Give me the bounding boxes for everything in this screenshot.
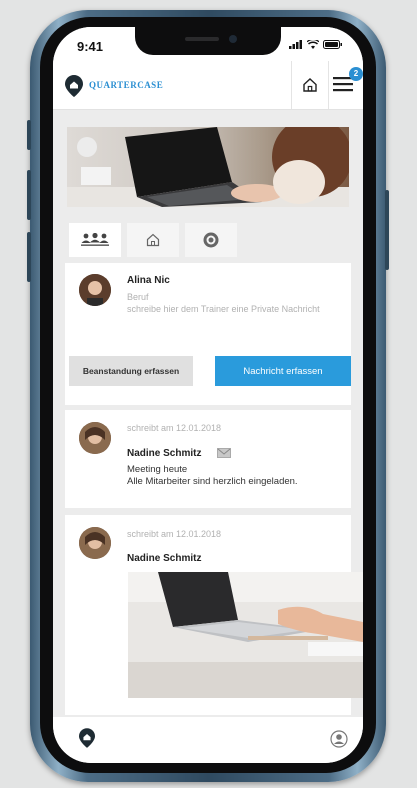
home-button[interactable] — [291, 61, 329, 109]
post-text-line1: Meeting heute — [127, 464, 188, 475]
location-pin-icon[interactable] — [79, 728, 95, 748]
camera — [229, 35, 237, 43]
composer-name: Alina Nic — [127, 275, 170, 286]
post-avatar-photo — [79, 422, 111, 454]
status-icons — [289, 40, 343, 49]
tab-chat[interactable] — [185, 223, 237, 257]
post-avatar-photo — [79, 527, 111, 559]
group-icon — [81, 233, 109, 246]
tab-home[interactable] — [127, 223, 179, 257]
volume-down-button — [27, 232, 31, 282]
chat-bubble-icon — [203, 232, 219, 248]
brand-name: QUARTERCASE — [89, 80, 164, 90]
post-text-line2: Alle Mitarbeiter sind herzlich eingelade… — [127, 476, 298, 487]
complaint-button[interactable]: Beanstandung erfassen — [69, 356, 193, 386]
composer-avatar-photo — [79, 274, 111, 306]
composer-avatar — [79, 274, 111, 306]
notification-badge[interactable]: 2 — [349, 67, 363, 81]
composer-input[interactable]: schreibe hier dem Trainer eine Private N… — [127, 304, 327, 315]
home-icon — [303, 78, 317, 92]
signal-icon — [289, 40, 302, 49]
screen: 9:41 QUARTERCASE 2 Alina Nic Beruf schre… — [53, 27, 363, 763]
post-meta: schreibt am 12.01.2018 — [127, 423, 222, 433]
profile-icon[interactable] — [330, 730, 348, 748]
logo-pin-icon[interactable] — [65, 75, 83, 97]
app-header: QUARTERCASE 2 — [53, 61, 363, 110]
notch — [135, 27, 281, 55]
home-outline-icon — [146, 233, 160, 247]
hero-image — [67, 127, 349, 207]
battery-icon — [323, 40, 342, 49]
composer-role: Beruf — [127, 292, 149, 302]
send-message-button[interactable]: Nachricht erfassen — [215, 356, 351, 386]
post-image[interactable] — [128, 572, 363, 698]
volume-up-button — [27, 170, 31, 220]
mute-switch — [27, 120, 31, 150]
bottom-bar — [53, 717, 363, 763]
speaker — [185, 37, 219, 41]
post-meta: schreibt am 12.01.2018 — [127, 529, 222, 539]
tab-bar — [69, 223, 237, 257]
hero-laptop-image — [67, 127, 349, 207]
tab-community[interactable] — [69, 223, 121, 257]
status-time: 9:41 — [77, 39, 104, 54]
wifi-icon — [307, 40, 319, 49]
post-author[interactable]: Nadine Schmitz — [127, 448, 201, 459]
post-avatar — [79, 422, 111, 454]
post-avatar — [79, 527, 111, 559]
post-author[interactable]: Nadine Schmitz — [127, 553, 201, 564]
message-icon — [217, 448, 231, 458]
power-button — [385, 190, 389, 270]
